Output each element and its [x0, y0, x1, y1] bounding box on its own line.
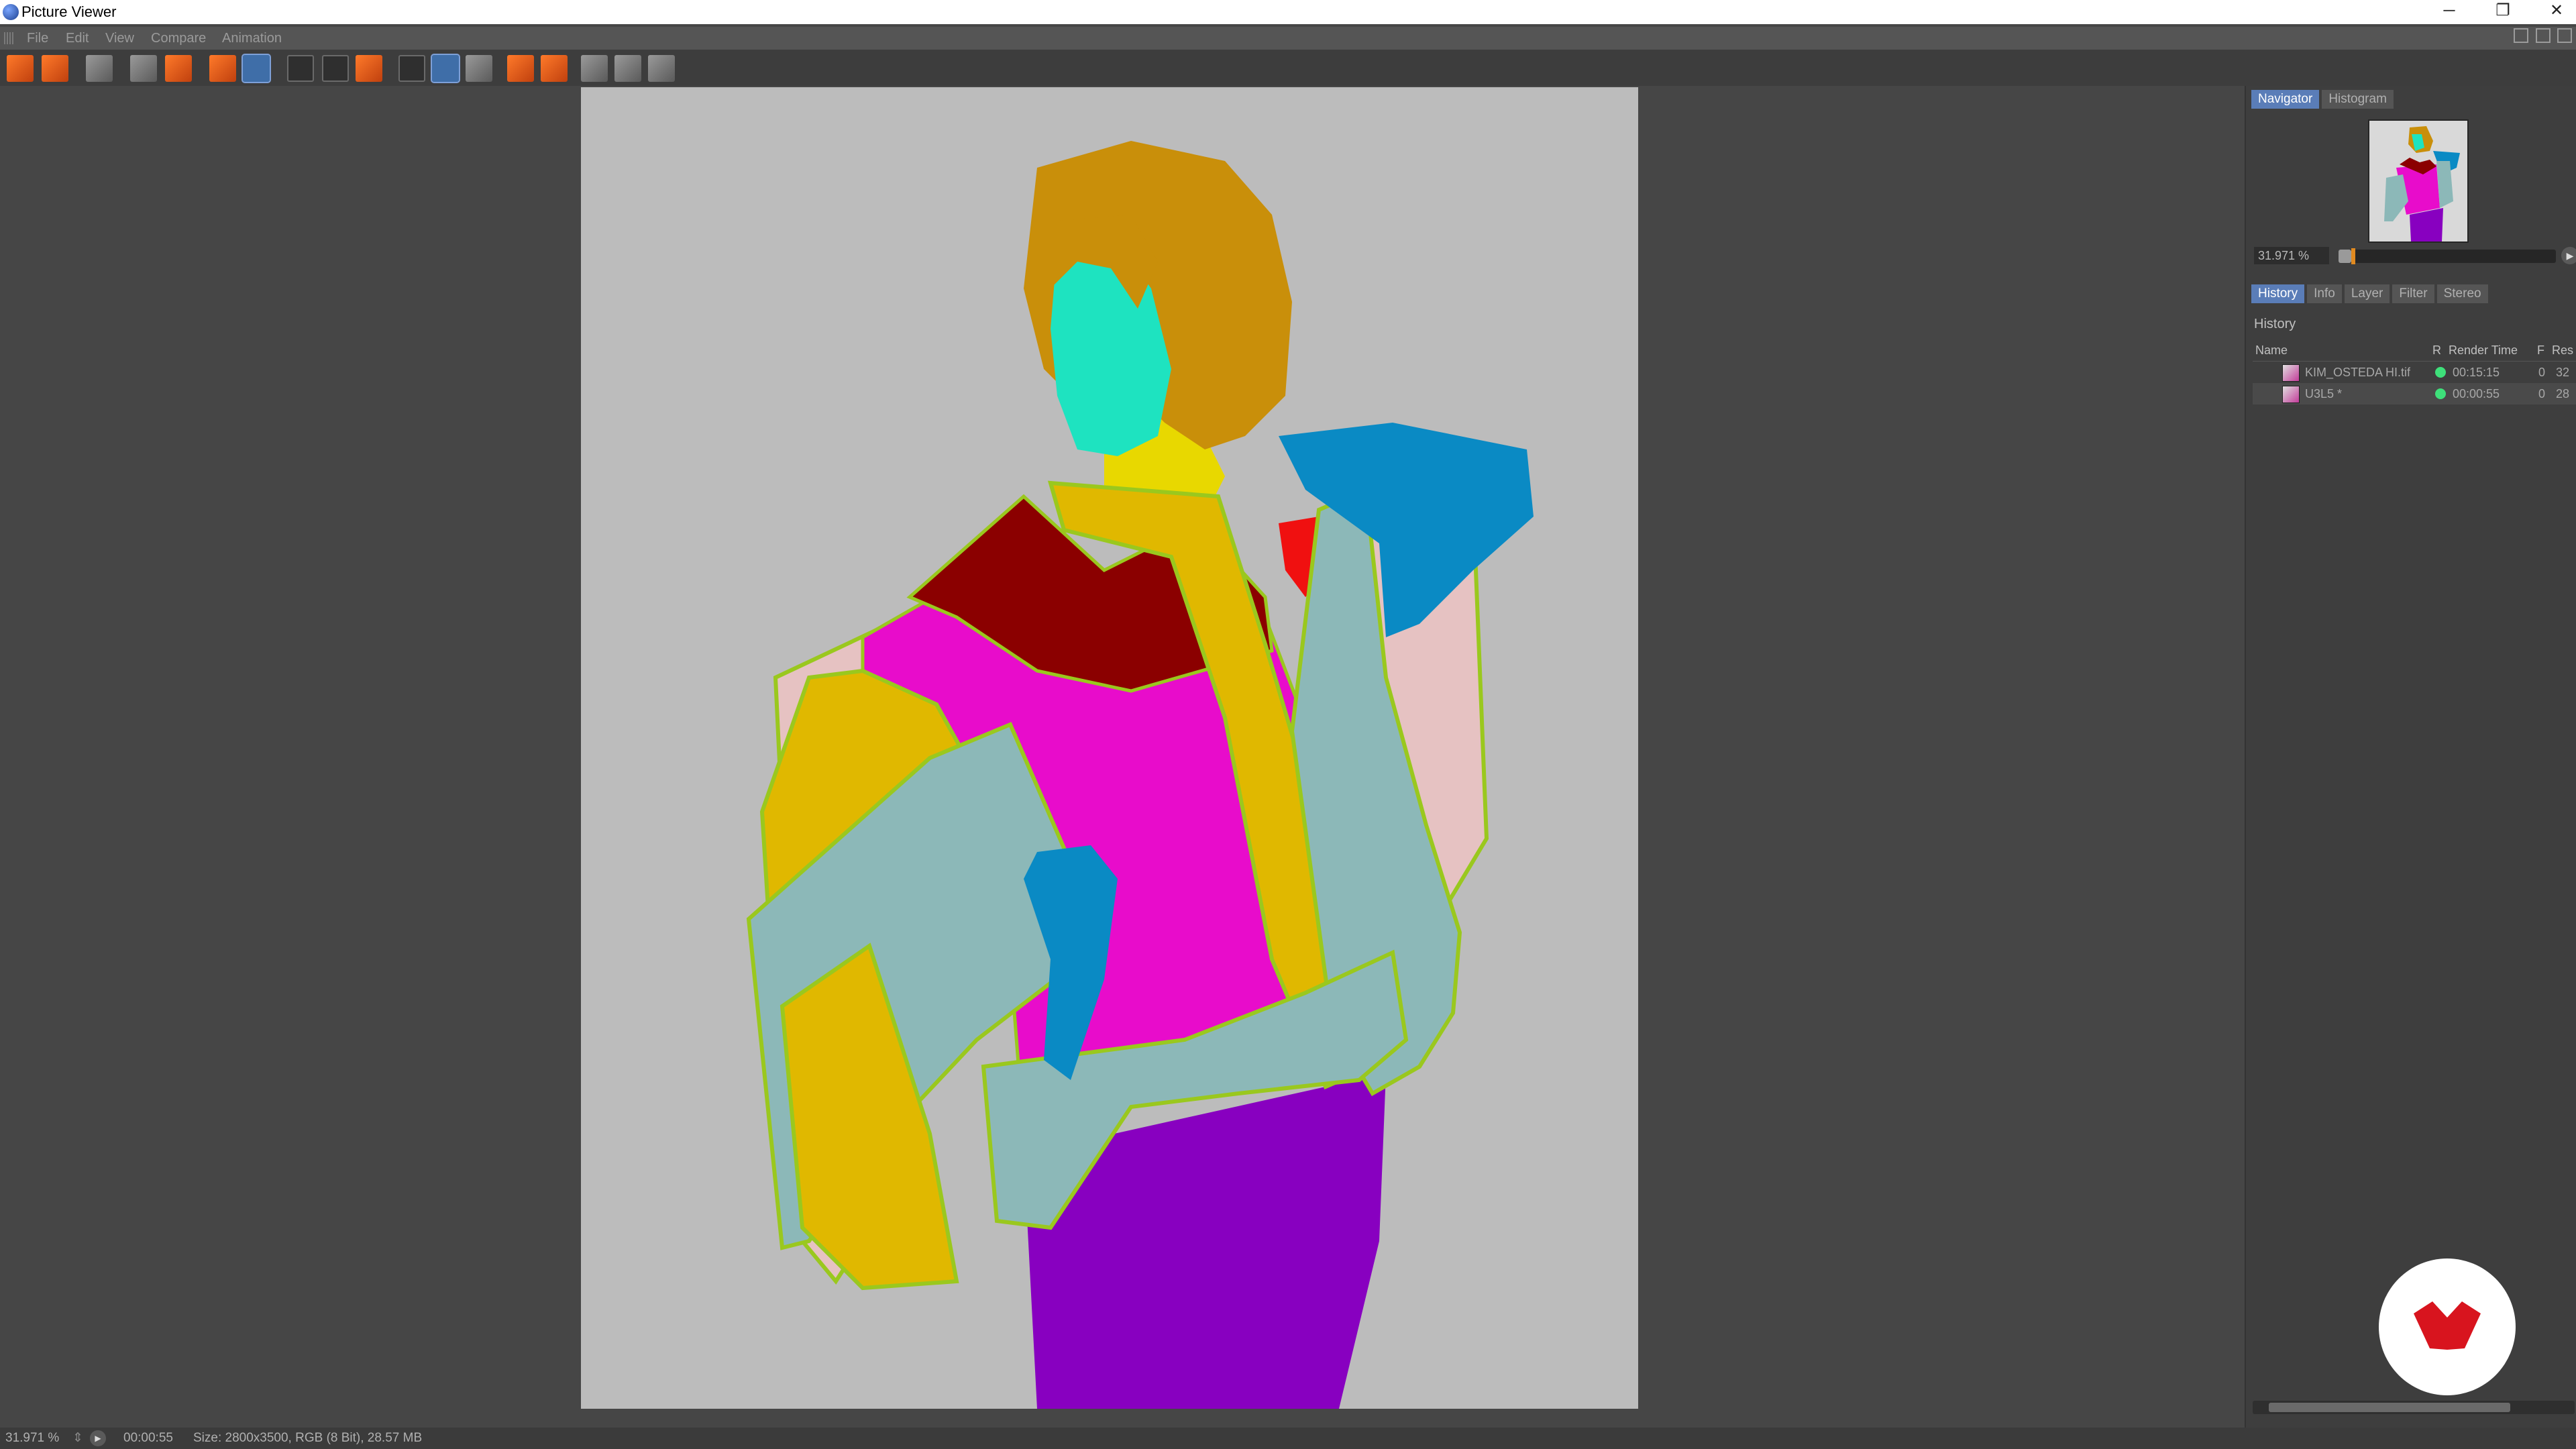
- swap-ab-icon[interactable]: [466, 55, 492, 82]
- zoom-input[interactable]: 31.971 %: [2254, 247, 2329, 264]
- tab-history[interactable]: History: [2251, 284, 2305, 303]
- rotate-icon[interactable]: [581, 55, 608, 82]
- restore-button[interactable]: ❐: [2473, 0, 2533, 21]
- status-zoom: 31.971 %: [5, 1431, 60, 1445]
- layout-icons: [2510, 28, 2572, 47]
- navigator-tab-row: Navigator Histogram: [2251, 90, 2396, 109]
- render-view-icon[interactable]: [322, 55, 349, 82]
- status-dot-icon: [2435, 367, 2446, 378]
- zoom-slider-fill: [2339, 250, 2352, 263]
- col-frames[interactable]: F: [2537, 339, 2544, 361]
- navigator-preview: [2369, 121, 2467, 241]
- close-button[interactable]: ✕: [2526, 0, 2576, 21]
- history-item-name: KIM_OSTEDA HI.tif: [2305, 366, 2411, 379]
- zoom-play-icon[interactable]: ▶: [2561, 247, 2576, 264]
- set-b-icon[interactable]: [541, 55, 568, 82]
- history-thumbnail: [2282, 364, 2300, 382]
- grid-icon[interactable]: [86, 55, 113, 82]
- history-row[interactable]: U3L5 * 00:00:55 0 28: [2253, 383, 2576, 405]
- status-zoom-stepper-icon[interactable]: ⇕: [72, 1428, 83, 1449]
- tab-info[interactable]: Info: [2307, 284, 2342, 303]
- render-settings-icon[interactable]: [356, 55, 382, 82]
- user-icon[interactable]: [165, 55, 192, 82]
- history-row[interactable]: KIM_OSTEDA HI.tif 00:15:15 0 32: [2253, 362, 2576, 383]
- zoom-slider[interactable]: [2339, 248, 2556, 264]
- tab-stereo[interactable]: Stereo: [2436, 284, 2488, 303]
- object-buffer-image: [746, 141, 1534, 1409]
- menu-grip-icon: [4, 32, 13, 44]
- logo-mark-icon: [2414, 1301, 2481, 1350]
- app-icon: [3, 4, 19, 20]
- window-title: Picture Viewer: [21, 3, 117, 20]
- paste-icon[interactable]: [241, 54, 271, 83]
- tab-histogram[interactable]: Histogram: [2322, 90, 2394, 109]
- title-bar: Picture Viewer ─ ❐ ✕: [0, 0, 2576, 24]
- menu-bar: File Edit View Compare Animation: [0, 27, 2576, 50]
- history-item-res: 32: [2556, 366, 2570, 379]
- navigator-thumbnail[interactable]: [2368, 119, 2469, 243]
- col-name[interactable]: Name: [2255, 339, 2288, 361]
- col-render-time[interactable]: Render Time: [2449, 339, 2518, 361]
- history-item-name: U3L5 *: [2305, 387, 2343, 400]
- open-file-icon[interactable]: [7, 55, 34, 82]
- tab-layer[interactable]: Layer: [2344, 284, 2390, 303]
- history-table: Name R Render Time F Res KIM_OSTEDA HI.t…: [2253, 339, 2576, 405]
- menu-view[interactable]: View: [105, 31, 134, 46]
- zoom-slider-handle[interactable]: [2351, 248, 2356, 264]
- logo-badge: [2379, 1258, 2516, 1395]
- status-time: 00:00:55: [123, 1431, 173, 1445]
- channels-icon[interactable]: [130, 55, 157, 82]
- history-section-label: History: [2254, 317, 2296, 331]
- tab-filter[interactable]: Filter: [2392, 284, 2434, 303]
- history-header: Name R Render Time F Res: [2253, 339, 2576, 362]
- image-viewport[interactable]: [0, 86, 2234, 1428]
- status-image-info: Size: 2800x3500, RGB (8 Bit), 28.57 MB: [193, 1431, 423, 1445]
- layout-split-icon[interactable]: [2535, 28, 2551, 43]
- tab-navigator[interactable]: Navigator: [2251, 90, 2320, 109]
- minimize-button[interactable]: ─: [2419, 0, 2479, 21]
- history-thumbnail: [2282, 386, 2300, 403]
- col-render-flag[interactable]: R: [2432, 339, 2441, 361]
- region-render-icon[interactable]: [287, 55, 314, 82]
- menu-edit[interactable]: Edit: [66, 31, 89, 46]
- compare-ab-icon[interactable]: [398, 55, 425, 82]
- history-horizontal-scrollbar[interactable]: [2253, 1401, 2575, 1414]
- col-resolution[interactable]: Res: [2552, 339, 2573, 361]
- layout-single-icon[interactable]: [2514, 28, 2529, 43]
- fullscreen-icon[interactable]: [648, 55, 675, 82]
- history-item-time: 00:15:15: [2453, 366, 2500, 379]
- menu-compare[interactable]: Compare: [151, 31, 206, 46]
- fit-icon[interactable]: [614, 55, 641, 82]
- history-item-time: 00:00:55: [2453, 387, 2500, 400]
- rendered-image: [581, 87, 1638, 1409]
- history-item-frames: 0: [2538, 387, 2546, 400]
- layout-expand-icon[interactable]: [2557, 28, 2572, 43]
- history-tab-row: History Info Layer Filter Stereo: [2251, 284, 2491, 303]
- set-a-icon[interactable]: [507, 55, 534, 82]
- history-item-frames: 0: [2538, 366, 2546, 379]
- save-file-icon[interactable]: [42, 55, 68, 82]
- menu-animation[interactable]: Animation: [222, 31, 282, 46]
- split-view-icon[interactable]: [431, 54, 460, 83]
- status-play-icon[interactable]: ▶: [90, 1430, 106, 1446]
- status-dot-icon: [2435, 388, 2446, 399]
- zoom-control: 31.971 % ▶: [2254, 247, 2576, 266]
- scrollbar-thumb[interactable]: [2269, 1403, 2510, 1412]
- status-bar: 31.971 % ⇕ ▶ 00:00:55 Size: 2800x3500, R…: [0, 1428, 2576, 1449]
- toolbar: [0, 50, 2576, 86]
- history-item-res: 28: [2556, 387, 2570, 400]
- menu-file[interactable]: File: [27, 31, 48, 46]
- copy-icon[interactable]: [209, 55, 236, 82]
- side-panel: Navigator Histogram 31.971 % ▶ History Inf…: [2245, 86, 2576, 1428]
